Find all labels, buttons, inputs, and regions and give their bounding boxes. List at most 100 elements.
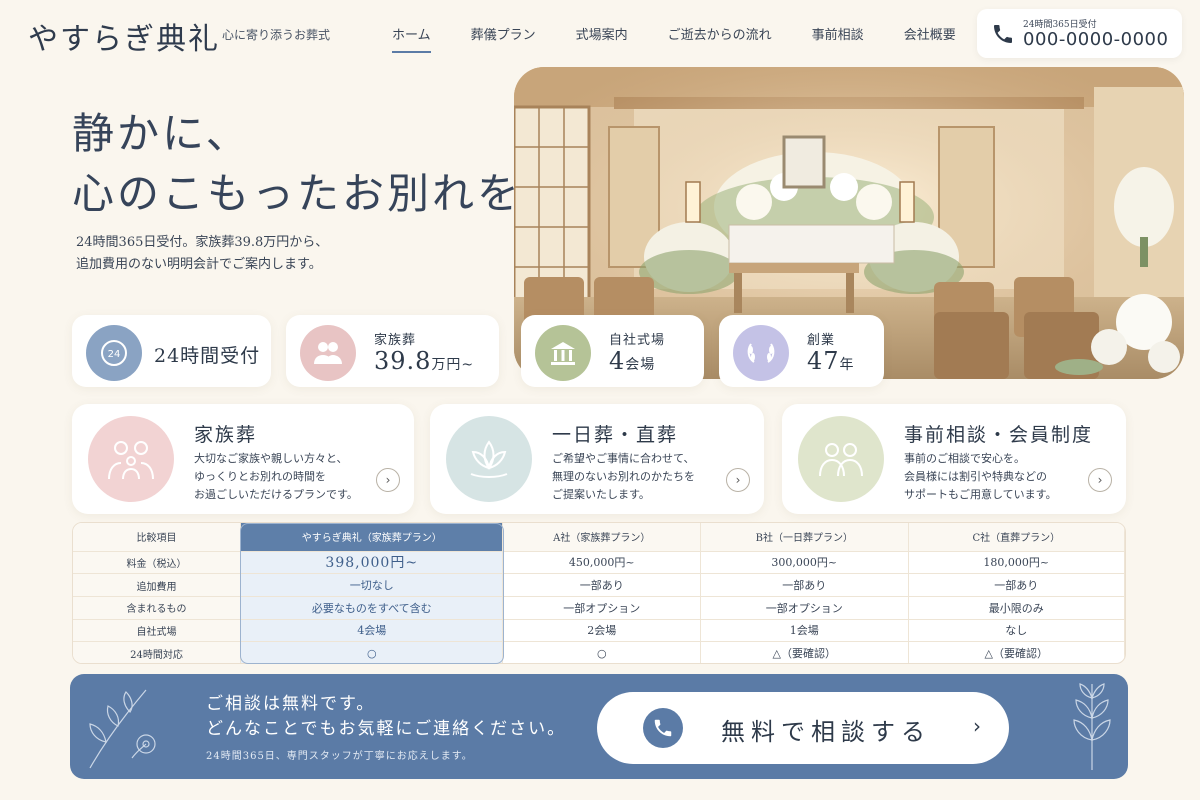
family-icon bbox=[300, 325, 356, 381]
table-cell: 最小限のみ bbox=[908, 596, 1125, 620]
phone-number[interactable]: 000-0000-0000 bbox=[1023, 29, 1168, 50]
stat-family-value: 39.8万円~ bbox=[374, 347, 474, 375]
table-cell-ours: 4会場 bbox=[240, 619, 504, 643]
stat-founded-label: 創業 bbox=[807, 333, 836, 348]
table-header: B社（一日葬プラン） bbox=[700, 523, 909, 552]
plan-advance-desc-line: 会員様には割引や特典などの bbox=[904, 470, 1047, 483]
nav-item-company[interactable]: 会社概要 bbox=[904, 24, 956, 53]
table-header: C社（直葬プラン） bbox=[908, 523, 1125, 552]
table-row: 自社式場 4会場 2会場 1会場 なし bbox=[73, 619, 1125, 643]
table-row: 含まれるもの 必要なものをすべて含む 一部オプション 一部オプション 最小限のみ bbox=[73, 596, 1125, 620]
hero-title: 静かに、 心のこもったお別れを。 bbox=[72, 104, 567, 224]
table-header-ours: やすらぎ典礼（家族葬プラン） bbox=[240, 523, 504, 552]
table-row: 追加費用 一切なし 一部あり 一部あり 一部あり bbox=[73, 573, 1125, 597]
table-row: 料金（税込） 398,000円~ 450,000円~ 300,000円~ 180… bbox=[73, 551, 1125, 575]
plan-family-title: 家族葬 bbox=[194, 424, 258, 446]
plan-family-desc-line: ゆっくりとお別れの時間を bbox=[194, 470, 326, 483]
stat-card-halls: 自社式場 4会場 bbox=[521, 315, 704, 387]
table-cell: 一部あり bbox=[502, 573, 702, 597]
plan-advance-desc: 事前のご相談で安心を。 会員様には割引や特典などの サポートもご用意しています。 bbox=[904, 450, 1057, 504]
site-header: やすらぎ典礼 心に寄り添うお葬式 ホーム 葬儀プラン 式場案内 ご逝去からの流れ… bbox=[0, 0, 1200, 66]
table-cell: △（要確認） bbox=[700, 641, 909, 663]
chevron-right-icon[interactable]: › bbox=[1088, 468, 1112, 492]
svg-text:24: 24 bbox=[108, 349, 121, 360]
stat-founded-value: 47年 bbox=[807, 347, 855, 375]
plan-oneday-desc-line: 無理のないお別れのかたちを bbox=[552, 470, 695, 483]
floral-decoration-icon bbox=[89, 689, 156, 769]
free-consultation-label: 無料で相談する bbox=[721, 718, 931, 746]
stat-family-label: 家族葬 bbox=[374, 333, 417, 348]
hero-title-line1: 静かに、 bbox=[72, 109, 251, 158]
main-nav: ホーム 葬儀プラン 式場案内 ご逝去からの流れ 事前相談 会社概要 bbox=[372, 24, 976, 53]
plan-card-advance[interactable]: 事前相談・会員制度 事前のご相談で安心を。 会員様には割引や特典などの サポート… bbox=[782, 404, 1126, 514]
table-cell: ○ bbox=[502, 641, 702, 663]
table-cell: 1会場 bbox=[700, 619, 909, 643]
lotus-icon bbox=[446, 416, 532, 502]
stat-card-family-price: 家族葬 39.8万円~ bbox=[286, 315, 499, 387]
plan-oneday-desc-line: ご提案いたします。 bbox=[552, 488, 650, 501]
table-row-label: 24時間対応 bbox=[73, 641, 242, 663]
stat-halls-number: 4 bbox=[609, 347, 626, 375]
table-cell: 一部オプション bbox=[502, 596, 702, 620]
stat-founded-unit: 年 bbox=[839, 357, 855, 373]
stat-24h-text: 24時間受付 bbox=[154, 345, 261, 367]
comparison-table: 比較項目 やすらぎ典礼（家族葬プラン） A社（家族葬プラン） B社（一日葬プラン… bbox=[72, 522, 1126, 664]
site-logo[interactable]: やすらぎ典礼 bbox=[28, 14, 220, 58]
site-tagline: 心に寄り添うお葬式 bbox=[222, 28, 331, 42]
table-cell: 2会場 bbox=[502, 619, 702, 643]
hero-desc-line1: 24時間365日受付。家族葬39.8万円から、 bbox=[76, 235, 329, 250]
stat-founded-number: 47 bbox=[807, 347, 840, 375]
plan-card-family[interactable]: 家族葬 大切なご家族や親しい方々と、 ゆっくりとお別れの時間を お過ごしいただけ… bbox=[72, 404, 414, 514]
table-cell-ours: 398,000円~ bbox=[240, 551, 504, 575]
cta-subtext: 24時間365日、専門スタッフが丁寧にお応えします。 bbox=[206, 751, 473, 762]
table-cell-ours: ○ bbox=[240, 641, 504, 663]
cta-banner: ご相談は無料です。 どんなことでもお気軽にご連絡ください。 24時間365日、専… bbox=[70, 674, 1128, 779]
stat-halls-label: 自社式場 bbox=[609, 333, 666, 348]
table-cell: 一部あり bbox=[700, 573, 909, 597]
stat-halls-unit: 会場 bbox=[625, 357, 656, 373]
plan-oneday-desc: ご希望やご事情に合わせて、 無理のないお別れのかたちを ご提案いたします。 bbox=[552, 450, 695, 504]
family-icon bbox=[88, 416, 174, 502]
table-cell: 一部あり bbox=[908, 573, 1125, 597]
table-cell: 450,000円~ bbox=[502, 551, 702, 575]
stat-family-unit: 万円~ bbox=[431, 357, 475, 373]
cta-heading-line1: ご相談は無料です。 bbox=[206, 694, 376, 714]
table-header: A社（家族葬プラン） bbox=[502, 523, 702, 552]
table-cell: 一部オプション bbox=[700, 596, 909, 620]
nav-item-home[interactable]: ホーム bbox=[392, 24, 431, 53]
chevron-right-icon: › bbox=[973, 714, 981, 738]
nav-item-plans[interactable]: 葬儀プラン bbox=[471, 24, 536, 53]
building-icon bbox=[535, 325, 591, 381]
stat-family-number: 39.8 bbox=[374, 347, 432, 375]
table-cell-ours: 一切なし bbox=[240, 573, 504, 597]
nav-item-halls[interactable]: 式場案内 bbox=[576, 24, 628, 53]
stat-card-24h: 24 24時間受付 bbox=[72, 315, 271, 387]
phone-24h-icon: 24 bbox=[86, 325, 142, 381]
table-cell: なし bbox=[908, 619, 1125, 643]
free-consultation-button[interactable]: 無料で相談する › bbox=[597, 692, 1009, 764]
table-header-row: 比較項目 やすらぎ典礼（家族葬プラン） A社（家族葬プラン） B社（一日葬プラン… bbox=[73, 523, 1125, 552]
plan-advance-desc-line: サポートもご用意しています。 bbox=[904, 488, 1057, 501]
plan-card-oneday[interactable]: 一日葬・直葬 ご希望やご事情に合わせて、 無理のないお別れのかたちを ご提案いた… bbox=[430, 404, 764, 514]
plan-oneday-title: 一日葬・直葬 bbox=[552, 424, 679, 446]
table-header: 比較項目 bbox=[73, 523, 242, 552]
table-cell: 180,000円~ bbox=[908, 551, 1125, 575]
phone-contact-box[interactable]: 24時間365日受付 000-0000-0000 bbox=[977, 9, 1182, 58]
table-row-label: 料金（税込） bbox=[73, 551, 242, 575]
people-icon bbox=[798, 416, 884, 502]
cta-heading-line2: どんなことでもお気軽にご連絡ください。 bbox=[206, 719, 567, 739]
table-row-label: 自社式場 bbox=[73, 619, 242, 643]
table-cell-ours: 必要なものをすべて含む bbox=[240, 596, 504, 620]
chevron-right-icon[interactable]: › bbox=[726, 468, 750, 492]
nav-item-consultation[interactable]: 事前相談 bbox=[812, 24, 864, 53]
hero-description: 24時間365日受付。家族葬39.8万円から、 追加費用のない明明会計でご案内し… bbox=[76, 232, 328, 276]
table-row-label: 追加費用 bbox=[73, 573, 242, 597]
plan-oneday-desc-line: ご希望やご事情に合わせて、 bbox=[552, 452, 695, 465]
laurel-icon bbox=[733, 325, 789, 381]
nav-item-flow[interactable]: ご逝去からの流れ bbox=[668, 24, 772, 53]
phone-icon bbox=[643, 708, 683, 748]
chevron-right-icon[interactable]: › bbox=[376, 468, 400, 492]
plan-family-desc-line: 大切なご家族や親しい方々と、 bbox=[194, 452, 348, 465]
leaf-decoration-icon bbox=[1073, 683, 1111, 770]
table-row: 24時間対応 ○ ○ △（要確認） △（要確認） bbox=[73, 641, 1125, 663]
